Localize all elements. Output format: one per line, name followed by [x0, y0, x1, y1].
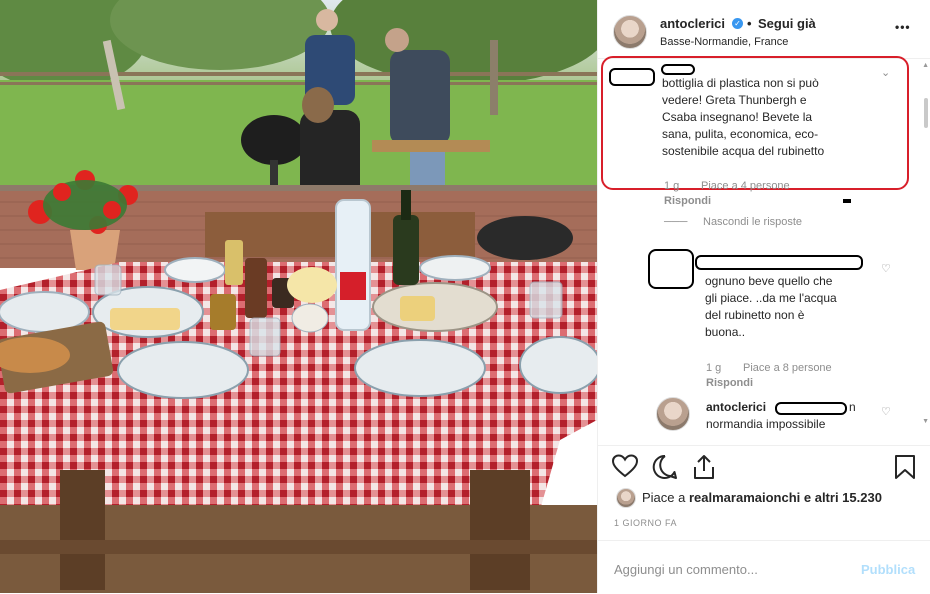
reply-likes[interactable]: Piace a 8 persone	[743, 362, 832, 374]
more-options-icon[interactable]: •••	[895, 20, 911, 34]
header-username[interactable]: antoclerici	[660, 16, 725, 31]
hide-replies-line: ───	[664, 216, 688, 228]
redacted-avatar	[648, 249, 694, 289]
chevron-down-icon[interactable]: ⌄	[881, 66, 890, 79]
post-header: antoclerici ✓ • Segui già Basse-Normandi…	[598, 0, 930, 59]
avatar[interactable]	[616, 488, 636, 508]
comment-likes[interactable]: Piace a 4 persone	[701, 180, 790, 192]
likes-summary: Piace a realmaramaionchi e altri 15.230	[642, 490, 882, 505]
scrollbar-thumb[interactable]	[924, 98, 928, 128]
follow-separator: •	[747, 16, 752, 31]
scroll-up-icon[interactable]: ▲	[922, 62, 929, 69]
comment-like-icon[interactable]: ♡	[881, 262, 891, 275]
post-timestamp: 1 GIORNO FA	[614, 518, 678, 528]
verified-badge-icon: ✓	[732, 18, 743, 29]
reply-time: 1 g	[706, 362, 722, 374]
heart-icon[interactable]	[612, 454, 638, 478]
comment-icon[interactable]	[652, 454, 678, 480]
comment-text: bottiglia di plastica non si può vedere!…	[662, 76, 825, 158]
comment-username[interactable]: antoclerici	[706, 400, 766, 414]
redacted-mark	[843, 199, 851, 203]
redacted-mention	[775, 402, 847, 415]
bookmark-icon[interactable]	[894, 454, 916, 480]
hide-replies-button[interactable]: Nascondi le risposte	[703, 216, 802, 228]
comment-time: 1 g	[664, 180, 680, 192]
post-sidebar: antoclerici ✓ • Segui già Basse-Normandi…	[597, 0, 930, 593]
comment-text-line2: normandia impossibile	[706, 417, 826, 431]
comment-input[interactable]: Aggiungi un commento...	[614, 562, 758, 577]
comment-text-tail: n	[849, 400, 856, 414]
likes-prefix: Piace a	[642, 490, 689, 505]
follow-status-button[interactable]: Segui già	[758, 16, 816, 31]
redacted-username	[695, 255, 863, 270]
redacted-username	[661, 64, 695, 75]
comment-like-icon[interactable]: ♡	[881, 405, 891, 418]
reply-text: ognuno beve quello che gli piace. ..da m…	[705, 274, 837, 339]
post-photo	[0, 0, 597, 593]
avatar[interactable]	[656, 397, 690, 431]
liker-username[interactable]: realmaramaionchi	[689, 490, 800, 505]
action-bar	[598, 445, 930, 486]
garden-table-scene	[0, 0, 597, 593]
share-icon[interactable]	[692, 454, 716, 480]
publish-button[interactable]: Pubblica	[861, 562, 915, 577]
add-comment-bar: Aggiungi un commento... Pubblica	[598, 540, 930, 594]
likes-suffix[interactable]: e altri 15.230	[800, 490, 882, 505]
location-link[interactable]: Basse-Normandie, France	[660, 36, 788, 48]
avatar[interactable]	[613, 15, 647, 49]
reply-button[interactable]: Rispondi	[664, 195, 711, 207]
scroll-down-icon[interactable]: ▼	[922, 418, 929, 425]
reply-reply-button[interactable]: Rispondi	[706, 377, 753, 389]
redacted-avatar	[609, 68, 655, 86]
